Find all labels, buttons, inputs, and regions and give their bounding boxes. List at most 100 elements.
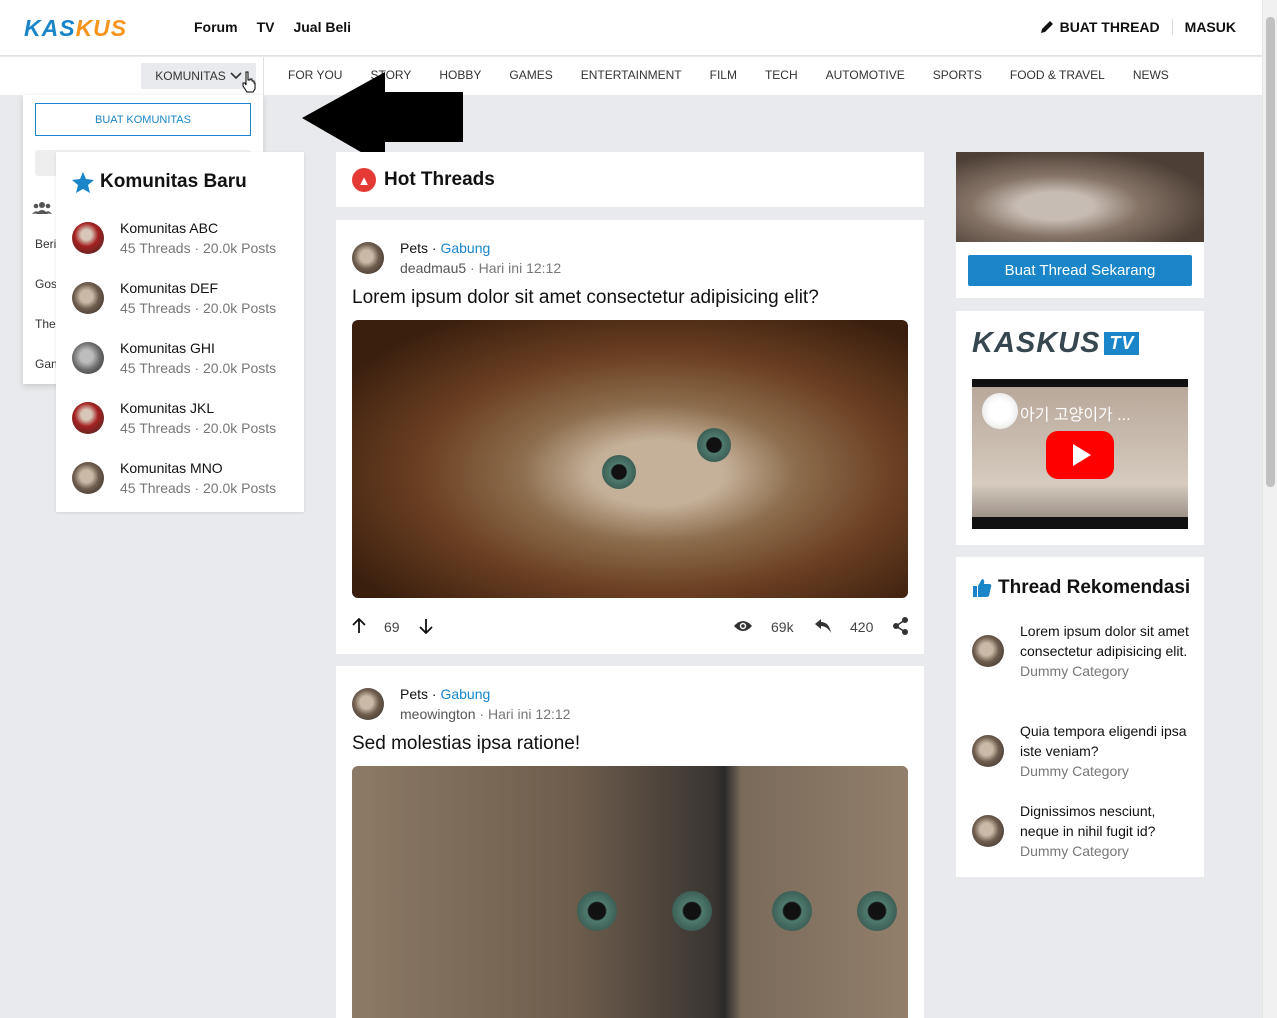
avatar (352, 688, 384, 720)
category-divider (263, 57, 264, 95)
kitten-banner-image (956, 152, 1204, 242)
nav-tv[interactable]: TV (257, 19, 275, 35)
komunitas-item[interactable]: Komunitas ABC 45 Threads · 20.0k Posts (72, 220, 276, 256)
video-title: 아기 고양이가 ... (1020, 407, 1131, 424)
avatar (72, 282, 104, 314)
thread-image[interactable] (352, 320, 908, 598)
fire-icon: ▲ (352, 168, 376, 192)
komunitas-baru-title: Komunitas Baru (72, 171, 247, 193)
masuk-button[interactable]: MASUK (1173, 19, 1236, 35)
komunitas-meta: 45 Threads · 20.0k Posts (120, 360, 277, 376)
thread-time: Hari ini 12:12 (478, 260, 562, 276)
rekomendasi-item[interactable]: Dignissimos nesciunt, neque in nihil fug… (972, 801, 1190, 861)
rekomendasi-item-title: Lorem ipsum dolor sit amet consectetur a… (1020, 623, 1189, 659)
video-player[interactable]: 아기 고양이가 ... (972, 379, 1188, 529)
channel-avatar (982, 393, 1018, 429)
dropdown-item[interactable]: Gan (35, 357, 58, 371)
komunitas-name: Komunitas JKL (120, 400, 215, 416)
avatar (72, 462, 104, 494)
rekomendasi-item[interactable]: Quia tempora eligendi ipsa iste veniam? D… (972, 721, 1190, 781)
scrollbar-thumb[interactable] (1266, 17, 1275, 487)
kaskus-tv-card: KASKUS TV 아기 고양이가 ... (956, 311, 1204, 545)
rekomendasi-item-category: Dummy Category (1020, 763, 1129, 779)
share-icon[interactable] (893, 617, 909, 635)
eye-icon (734, 621, 752, 631)
buat-thread-button[interactable]: BUAT THREAD (1040, 19, 1173, 35)
komunitas-item[interactable]: Komunitas MNO 45 Threads · 20.0k Posts (72, 460, 276, 496)
cat-games[interactable]: GAMES (509, 68, 552, 82)
hot-threads-title: Hot Threads (384, 169, 495, 190)
komunitas-item[interactable]: Komunitas DEF 45 Threads · 20.0k Posts (72, 280, 276, 316)
chevron-down-icon (230, 72, 242, 80)
play-button-icon[interactable] (1046, 431, 1114, 479)
gabung-link[interactable]: Gabung (440, 686, 490, 702)
hot-threads-header: ▲ Hot Threads (336, 152, 924, 207)
komunitas-name: Komunitas MNO (120, 460, 223, 476)
avatar (352, 242, 384, 274)
dropdown-item[interactable]: The (35, 317, 56, 331)
gabung-link[interactable]: Gabung (440, 240, 490, 256)
dropdown-item[interactable]: Beri (35, 237, 56, 251)
buat-komunitas-button[interactable]: BUAT KOMUNITAS (35, 103, 251, 136)
nav-jual-beli[interactable]: Jual Beli (293, 19, 351, 35)
rekomendasi-item-category: Dummy Category (1020, 663, 1129, 679)
komunitas-name: Komunitas ABC (120, 220, 219, 236)
kaskus-logo[interactable]: KASKUS (24, 15, 127, 42)
cat-news[interactable]: NEWS (1133, 68, 1169, 82)
komunitas-baru-panel: Komunitas Baru Komunitas ABC 45 Threads ·… (56, 152, 304, 512)
komunitas-name: Komunitas DEF (120, 280, 219, 296)
nav-forum[interactable]: Forum (194, 19, 238, 35)
category-bar: KOMUNITAS FOR YOU STORY HOBBY GAMES ENTE… (0, 57, 1262, 95)
rekomendasi-title: Thread Rekomendasi (972, 577, 1190, 599)
avatar (972, 735, 1004, 767)
thread-card[interactable]: Pets · Gabung meowington · Hari ini 12:1… (336, 666, 924, 1018)
rekomendasi-item-category: Dummy Category (1020, 843, 1129, 859)
komunitas-item[interactable]: Komunitas GHI 45 Threads · 20.0k Posts (72, 340, 276, 376)
thread-category[interactable]: Pets (400, 240, 428, 256)
komunitas-meta: 45 Threads · 20.0k Posts (120, 420, 277, 436)
cat-automotive[interactable]: AUTOMOTIVE (826, 68, 905, 82)
thread-author[interactable]: deadmau5 (400, 260, 466, 276)
buat-thread-card: Buat Thread Sekarang (956, 152, 1204, 298)
komunitas-item[interactable]: Komunitas JKL 45 Threads · 20.0k Posts (72, 400, 276, 436)
buat-thread-sekarang-button[interactable]: Buat Thread Sekarang (968, 255, 1192, 286)
reply-icon[interactable] (814, 618, 832, 634)
thread-card[interactable]: Pets · Gabung deadmau5 · Hari ini 12:12 … (336, 220, 924, 654)
komunitas-meta: 45 Threads · 20.0k Posts (120, 480, 277, 496)
thread-image[interactable] (352, 766, 908, 1018)
thread-time: Hari ini 12:12 (487, 706, 571, 722)
dropdown-item[interactable]: Gos (35, 277, 57, 291)
komunitas-name: Komunitas GHI (120, 340, 215, 356)
reply-count: 420 (850, 619, 874, 635)
cat-entertainment[interactable]: ENTERTAINMENT (581, 68, 682, 82)
thread-author[interactable]: meowington (400, 706, 476, 722)
avatar (72, 222, 104, 254)
view-count: 69k (771, 619, 794, 635)
downvote-icon[interactable] (419, 618, 433, 634)
page-scrollbar[interactable] (1262, 0, 1277, 1018)
thread-title[interactable]: Lorem ipsum dolor sit amet consectetur a… (352, 287, 819, 309)
avatar (972, 815, 1004, 847)
avatar (72, 402, 104, 434)
rekomendasi-item[interactable]: Lorem ipsum dolor sit amet consectetur a… (972, 621, 1190, 681)
rekomendasi-item-title: Dignissimos nesciunt, neque in nihil fug… (1020, 803, 1156, 839)
cat-sports[interactable]: SPORTS (933, 68, 982, 82)
cat-tech[interactable]: TECH (765, 68, 798, 82)
cat-food-travel[interactable]: FOOD & TRAVEL (1010, 68, 1105, 82)
upvote-icon[interactable] (352, 618, 366, 634)
komunitas-meta: 45 Threads · 20.0k Posts (120, 300, 277, 316)
vote-count: 69 (384, 619, 400, 635)
cat-film[interactable]: FILM (710, 68, 737, 82)
rekomendasi-item-title: Quia tempora eligendi ipsa iste veniam? (1020, 723, 1187, 759)
kaskus-tv-logo[interactable]: KASKUS TV (972, 327, 1140, 360)
top-header: KASKUS Forum TV Jual Beli BUAT THREAD MA… (0, 0, 1262, 56)
top-nav: Forum TV Jual Beli (194, 19, 351, 35)
users-icon (32, 202, 52, 214)
thread-footer: 69 69k 420 (352, 616, 908, 640)
avatar (72, 342, 104, 374)
thread-title[interactable]: Sed molestias ipsa ratione! (352, 733, 580, 755)
thread-category[interactable]: Pets (400, 686, 428, 702)
hand-cursor-icon (242, 71, 256, 93)
komunitas-dropdown-button[interactable]: KOMUNITAS (141, 63, 256, 93)
thread-rekomendasi-card: Thread Rekomendasi Lorem ipsum dolor sit… (956, 557, 1204, 877)
